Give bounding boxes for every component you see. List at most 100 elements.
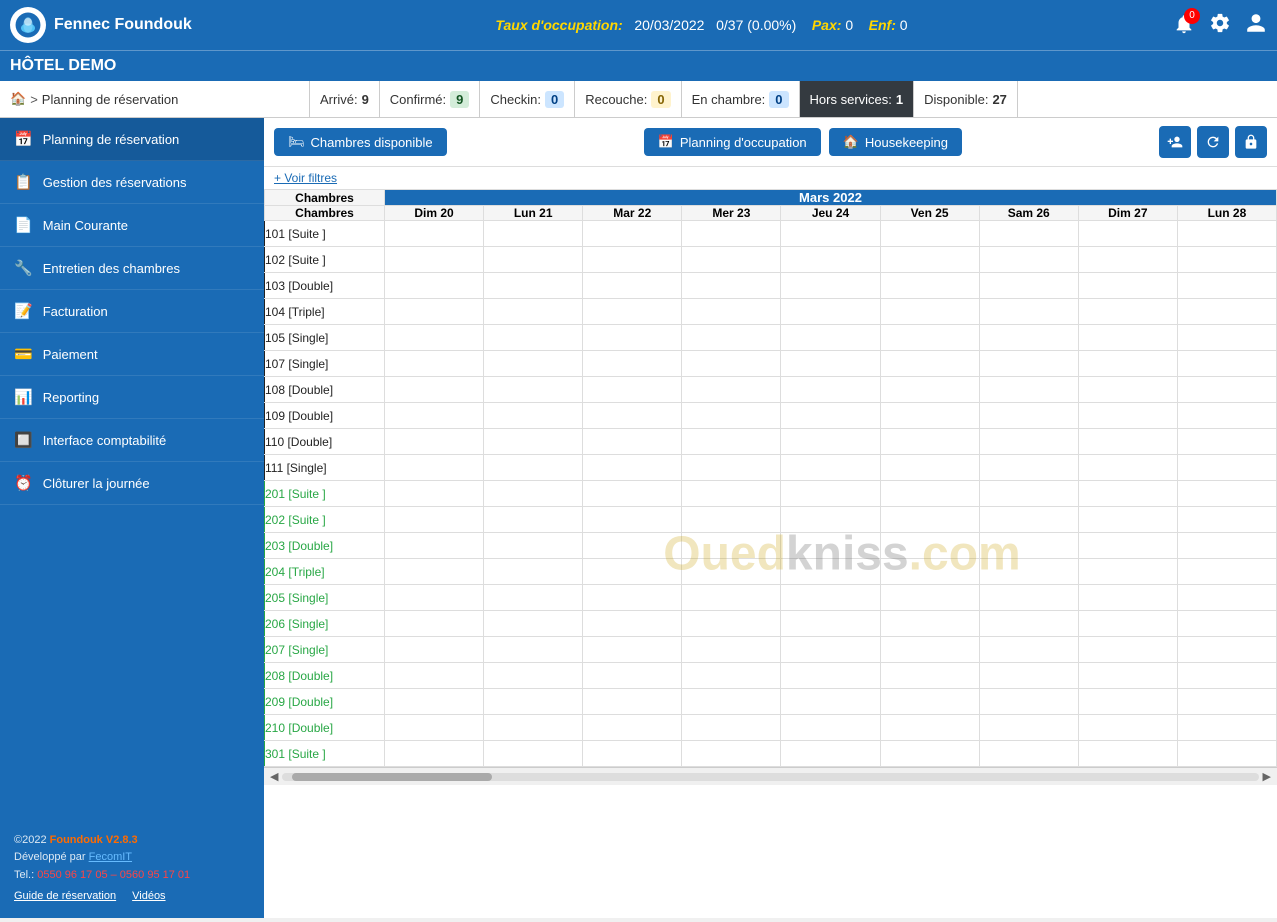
planning-grid-cell[interactable] [880,559,979,585]
sidebar-item-facturation[interactable]: 📝 Facturation [0,290,264,333]
planning-grid-cell[interactable] [682,611,781,637]
refresh-button[interactable] [1197,126,1229,158]
planning-grid-cell[interactable] [484,611,583,637]
planning-grid-cell[interactable] [682,221,781,247]
planning-grid-cell[interactable] [484,325,583,351]
planning-grid-cell[interactable] [385,429,484,455]
planning-grid-cell[interactable] [979,585,1078,611]
planning-grid-cell[interactable] [781,637,880,663]
horizontal-scrollbar[interactable]: ◀ ▶ [264,767,1277,785]
planning-grid-cell[interactable] [1177,507,1276,533]
planning-grid-cell[interactable] [1177,559,1276,585]
planning-grid-cell[interactable] [979,273,1078,299]
planning-grid-cell[interactable] [385,377,484,403]
planning-grid-cell[interactable] [583,585,682,611]
sidebar-item-main-courante[interactable]: 📄 Main Courante [0,204,264,247]
planning-grid-cell[interactable] [781,351,880,377]
planning-grid-cell[interactable] [880,403,979,429]
footer-guide-link[interactable]: Guide de réservation [14,888,116,906]
planning-grid-cell[interactable] [781,741,880,767]
planning-grid-cell[interactable] [880,585,979,611]
sidebar-item-reporting[interactable]: 📊 Reporting [0,376,264,419]
planning-grid-cell[interactable] [781,429,880,455]
planning-grid-cell[interactable] [583,247,682,273]
planning-grid-cell[interactable] [781,715,880,741]
planning-grid-cell[interactable] [1177,403,1276,429]
planning-grid-cell[interactable] [979,663,1078,689]
footer-videos-link[interactable]: Vidéos [132,888,165,906]
planning-grid-cell[interactable] [880,221,979,247]
planning-grid-cell[interactable] [682,559,781,585]
planning-grid-cell[interactable] [781,299,880,325]
sidebar-item-cloture[interactable]: ⏰ Clôturer la journée [0,462,264,505]
planning-occupation-button[interactable]: 📅 Planning d'occupation [644,128,821,156]
planning-grid-cell[interactable] [583,715,682,741]
planning-grid-cell[interactable] [781,403,880,429]
planning-grid-cell[interactable] [583,273,682,299]
planning-grid-cell[interactable] [385,741,484,767]
planning-grid-cell[interactable] [484,663,583,689]
planning-grid-cell[interactable] [1078,403,1177,429]
planning-grid-cell[interactable] [1177,351,1276,377]
planning-grid-cell[interactable] [385,351,484,377]
planning-grid-cell[interactable] [880,533,979,559]
planning-grid-cell[interactable] [583,507,682,533]
planning-grid-cell[interactable] [1177,715,1276,741]
planning-grid-cell[interactable] [781,247,880,273]
planning-grid-cell[interactable] [583,663,682,689]
planning-grid-cell[interactable] [583,351,682,377]
footer-developer-link[interactable]: FecomIT [89,851,132,863]
planning-grid-cell[interactable] [880,689,979,715]
planning-grid-cell[interactable] [484,533,583,559]
planning-grid-cell[interactable] [1177,663,1276,689]
planning-grid-cell[interactable] [1078,637,1177,663]
add-person-button[interactable] [1159,126,1191,158]
planning-grid-cell[interactable] [484,559,583,585]
planning-grid-cell[interactable] [484,221,583,247]
planning-grid-cell[interactable] [385,247,484,273]
planning-grid-cell[interactable] [682,403,781,429]
planning-grid-cell[interactable] [880,377,979,403]
planning-grid-cell[interactable] [682,689,781,715]
sidebar-item-reservations[interactable]: 📋 Gestion des réservations [0,161,264,204]
planning-grid-cell[interactable] [880,637,979,663]
planning-grid-cell[interactable] [682,715,781,741]
planning-grid-cell[interactable] [880,611,979,637]
planning-grid-cell[interactable] [880,481,979,507]
planning-grid-cell[interactable] [385,403,484,429]
planning-grid-cell[interactable] [1078,481,1177,507]
planning-grid-cell[interactable] [583,377,682,403]
planning-grid-cell[interactable] [385,273,484,299]
planning-grid-cell[interactable] [484,429,583,455]
planning-grid-cell[interactable] [484,299,583,325]
planning-grid-cell[interactable] [781,559,880,585]
planning-grid-cell[interactable] [781,481,880,507]
planning-grid-cell[interactable] [880,741,979,767]
planning-grid-cell[interactable] [979,637,1078,663]
planning-grid-cell[interactable] [1078,299,1177,325]
planning-grid-cell[interactable] [979,481,1078,507]
planning-grid-cell[interactable] [484,403,583,429]
planning-grid-cell[interactable] [1078,455,1177,481]
planning-grid-cell[interactable] [583,429,682,455]
planning-grid-cell[interactable] [1078,377,1177,403]
planning-grid-cell[interactable] [979,377,1078,403]
planning-grid-cell[interactable] [1177,247,1276,273]
planning-grid-cell[interactable] [583,611,682,637]
user-button[interactable] [1245,12,1267,39]
planning-grid-cell[interactable] [1078,689,1177,715]
planning-grid-cell[interactable] [1177,481,1276,507]
planning-grid-cell[interactable] [1177,273,1276,299]
planning-grid-cell[interactable] [880,299,979,325]
planning-grid-cell[interactable] [1177,611,1276,637]
planning-grid-cell[interactable] [979,221,1078,247]
planning-grid-cell[interactable] [781,689,880,715]
notification-button[interactable]: 0 [1173,13,1195,38]
planning-grid-cell[interactable] [979,741,1078,767]
planning-grid-cell[interactable] [682,325,781,351]
planning-grid-cell[interactable] [484,247,583,273]
planning-grid-cell[interactable] [583,299,682,325]
planning-grid-cell[interactable] [880,247,979,273]
planning-grid-cell[interactable] [979,507,1078,533]
planning-grid-cell[interactable] [781,273,880,299]
